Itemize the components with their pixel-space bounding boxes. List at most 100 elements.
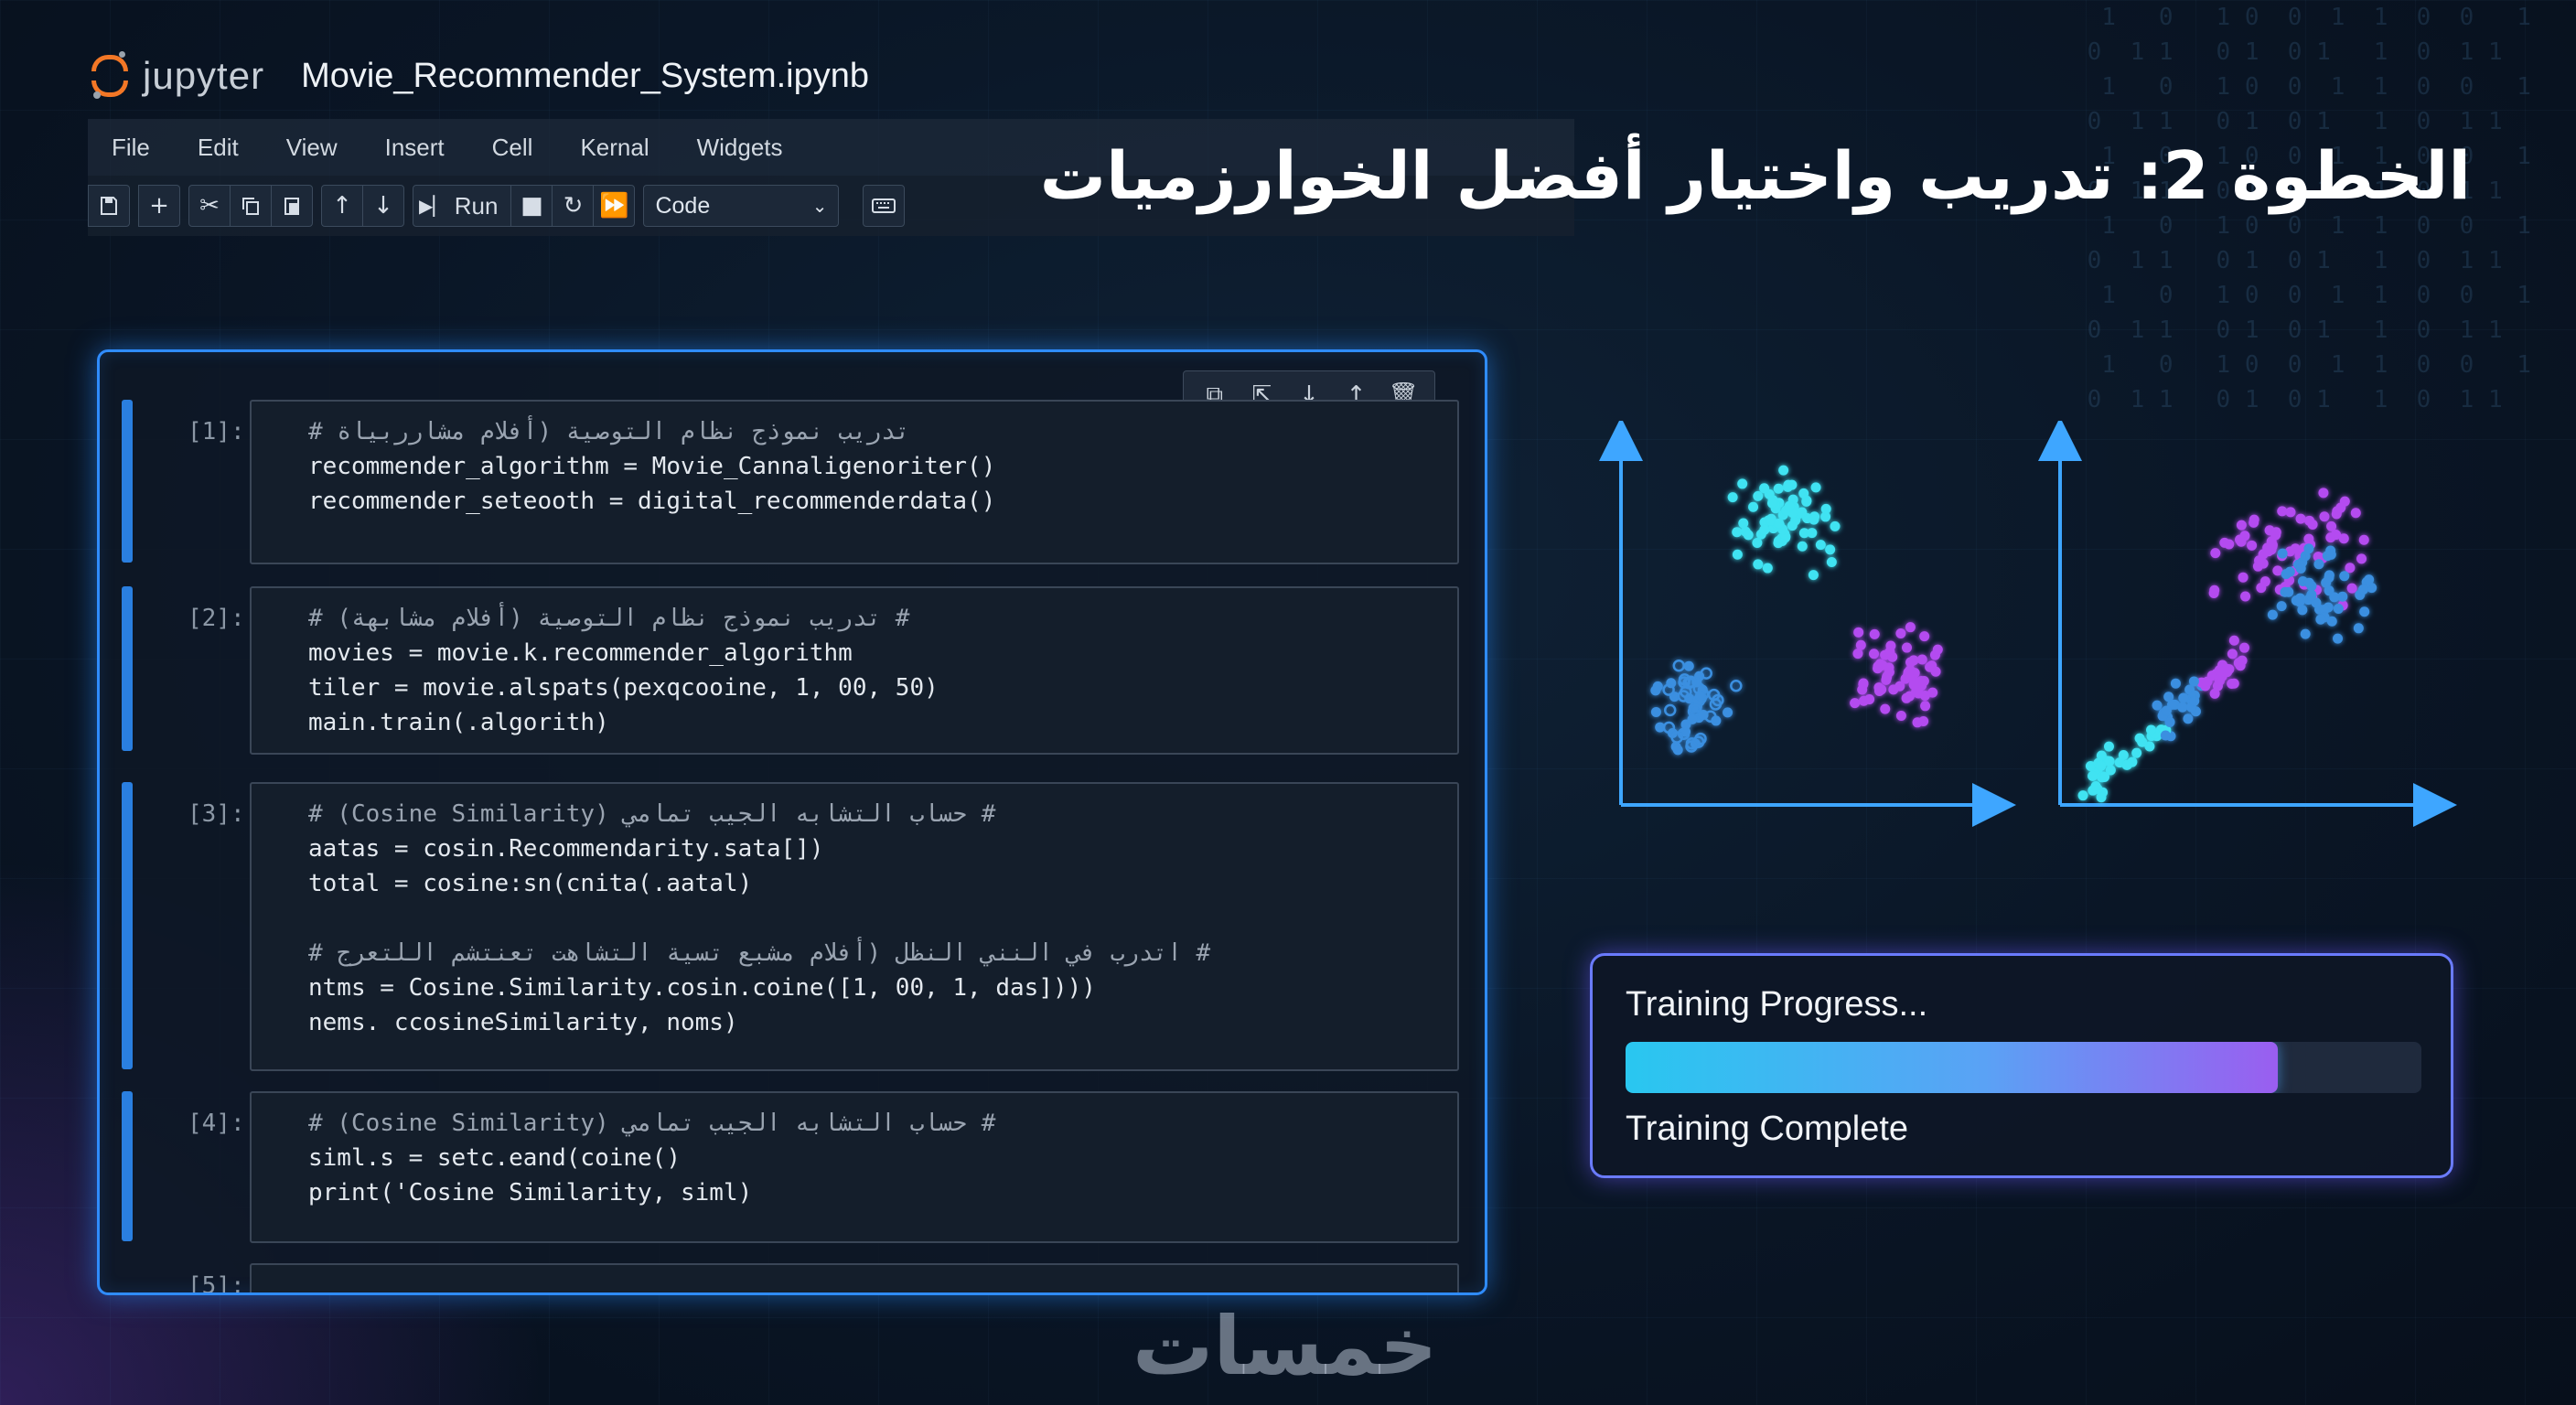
jupyter-wordmark[interactable]: jupyter [143, 54, 264, 98]
cell-editor[interactable]: # (Cosine Similarity) حساب التشابه الجيب… [250, 782, 1459, 1071]
scatter-point [1850, 698, 1861, 709]
menu-file[interactable]: File [88, 134, 174, 162]
cell-type-select[interactable]: Code ⌄ [643, 185, 840, 227]
scatter-point [2228, 635, 2239, 646]
menu-kernel[interactable]: Kernal [556, 134, 672, 162]
scatter-point [1694, 732, 1707, 745]
cell-editor[interactable]: # (Cosine Similarity) حساب التشابه الجيب… [250, 1091, 1459, 1243]
notebook-title[interactable]: Movie_Recommender_System.ipynb [301, 57, 869, 96]
scatter-point [2318, 488, 2329, 499]
cut-button[interactable]: ✂ [188, 185, 231, 227]
scatter-point [2303, 577, 2314, 588]
scatter-point [2238, 572, 2249, 583]
scatter-point [2353, 623, 2364, 634]
menu-edit[interactable]: Edit [174, 134, 263, 162]
scatter-point [2235, 534, 2246, 545]
scatter-point [2277, 548, 2288, 559]
chart-left [1599, 421, 2016, 827]
cell-selection-bar [122, 586, 133, 751]
cell-editor[interactable] [250, 1263, 1459, 1292]
fast-forward-icon: ⏩ [599, 192, 629, 220]
scatter-point [1905, 622, 1916, 633]
code-line: recommender_algorithm = Movie_Cannaligen… [308, 453, 996, 480]
scatter-point [2178, 692, 2189, 703]
add-icon: + [149, 192, 169, 220]
scatter-point [2300, 551, 2311, 562]
scatter-point [1895, 710, 1906, 721]
scatter-point [1927, 687, 1938, 698]
scatter-point [2177, 702, 2188, 713]
scatter-point [1807, 528, 1818, 539]
scatter-point [2247, 540, 2258, 551]
scatter-point [1797, 541, 1808, 552]
scatter-point [2346, 583, 2357, 594]
code-line: tiler = movie.alspats(pexqcooine, 1, 00,… [308, 674, 939, 702]
code-line: movies = movie.k.recommender_algorithm [308, 639, 853, 667]
scatter-point [2088, 770, 2098, 781]
scatter-point [2236, 520, 2247, 531]
scatter-point [2304, 515, 2315, 526]
move-down-button[interactable]: ↓ [362, 185, 404, 227]
code-line: siml.s = setc.eand(coine() [308, 1144, 681, 1172]
paste-button[interactable] [271, 185, 313, 227]
scatter-point [1650, 706, 1661, 717]
scatter-point [1918, 716, 1929, 727]
progress-title: Training Progress... [1626, 985, 1928, 1024]
scatter-point [2333, 604, 2344, 615]
save-button[interactable] [88, 185, 130, 227]
restart-button[interactable]: ↻ [552, 185, 595, 227]
scatter-point [2131, 747, 2142, 758]
scatter-point [1884, 647, 1895, 658]
chart-right-points [2077, 488, 2377, 803]
scatter-point [2227, 649, 2238, 660]
scatter-point [2325, 532, 2336, 543]
scatter-point [1774, 518, 1785, 529]
run-all-button[interactable]: ⏩ [593, 185, 636, 227]
scatter-point [2356, 553, 2367, 564]
scatter-point [1698, 709, 1709, 720]
scatter-point [2281, 569, 2292, 580]
scatter-point [1737, 478, 1748, 489]
scatter-point [2359, 606, 2370, 617]
scatter-point [2300, 628, 2311, 639]
scatter-point [1901, 692, 1912, 703]
scatter-point [2277, 506, 2288, 517]
scatter-point [1869, 628, 1880, 639]
scatter-point [2183, 713, 2194, 724]
menu-widgets[interactable]: Widgets [673, 134, 807, 162]
scatter-point [1759, 483, 1770, 494]
code-line: total = cosine:sn(cnita(.aatal) [308, 870, 753, 897]
stop-button[interactable]: ■ [510, 185, 553, 227]
cluster-charts [1599, 421, 2457, 827]
scatter-point [2224, 539, 2235, 550]
scatter-point [2170, 678, 2181, 689]
menu-cell[interactable]: Cell [468, 134, 557, 162]
move-up-button[interactable]: ↑ [321, 185, 363, 227]
scatter-point [1672, 659, 1686, 672]
cell-type-value: Code [655, 192, 711, 219]
scatter-point [2315, 614, 2326, 625]
code-line: ntms = Cosine.Similarity.cosin.coine([1,… [308, 974, 1096, 1002]
menu-insert[interactable]: Insert [361, 134, 468, 162]
scatter-point [1753, 490, 1764, 501]
scatter-point [1762, 563, 1773, 574]
menu-view[interactable]: View [263, 134, 361, 162]
scatter-point [1869, 649, 1880, 660]
run-button[interactable]: ▶▏ Run [413, 185, 512, 227]
scatter-point [2096, 792, 2107, 803]
scatter-point [1748, 501, 1759, 512]
cell-editor[interactable]: # تدريب نموذج نظام التوصية (أفلام مشابهة… [250, 586, 1459, 755]
scatter-point [1683, 660, 1694, 671]
jupyter-logo-icon[interactable] [91, 51, 130, 101]
code-line: main.train(.algorith) [308, 709, 609, 736]
code-line: print('Cosine Similarity, siml) [308, 1179, 753, 1207]
code-line: nems. ccosineSimilarity, noms) [308, 1009, 738, 1036]
command-palette-button[interactable] [863, 185, 906, 227]
cell-editor[interactable]: # تدريب نموذج نظام التوصية (أفلام مشاررب… [250, 400, 1459, 564]
scatter-point [1908, 680, 1919, 691]
scatter-point [2152, 700, 2163, 711]
copy-button[interactable] [230, 185, 272, 227]
scatter-point [1732, 527, 1743, 538]
add-cell-button[interactable]: + [138, 185, 180, 227]
